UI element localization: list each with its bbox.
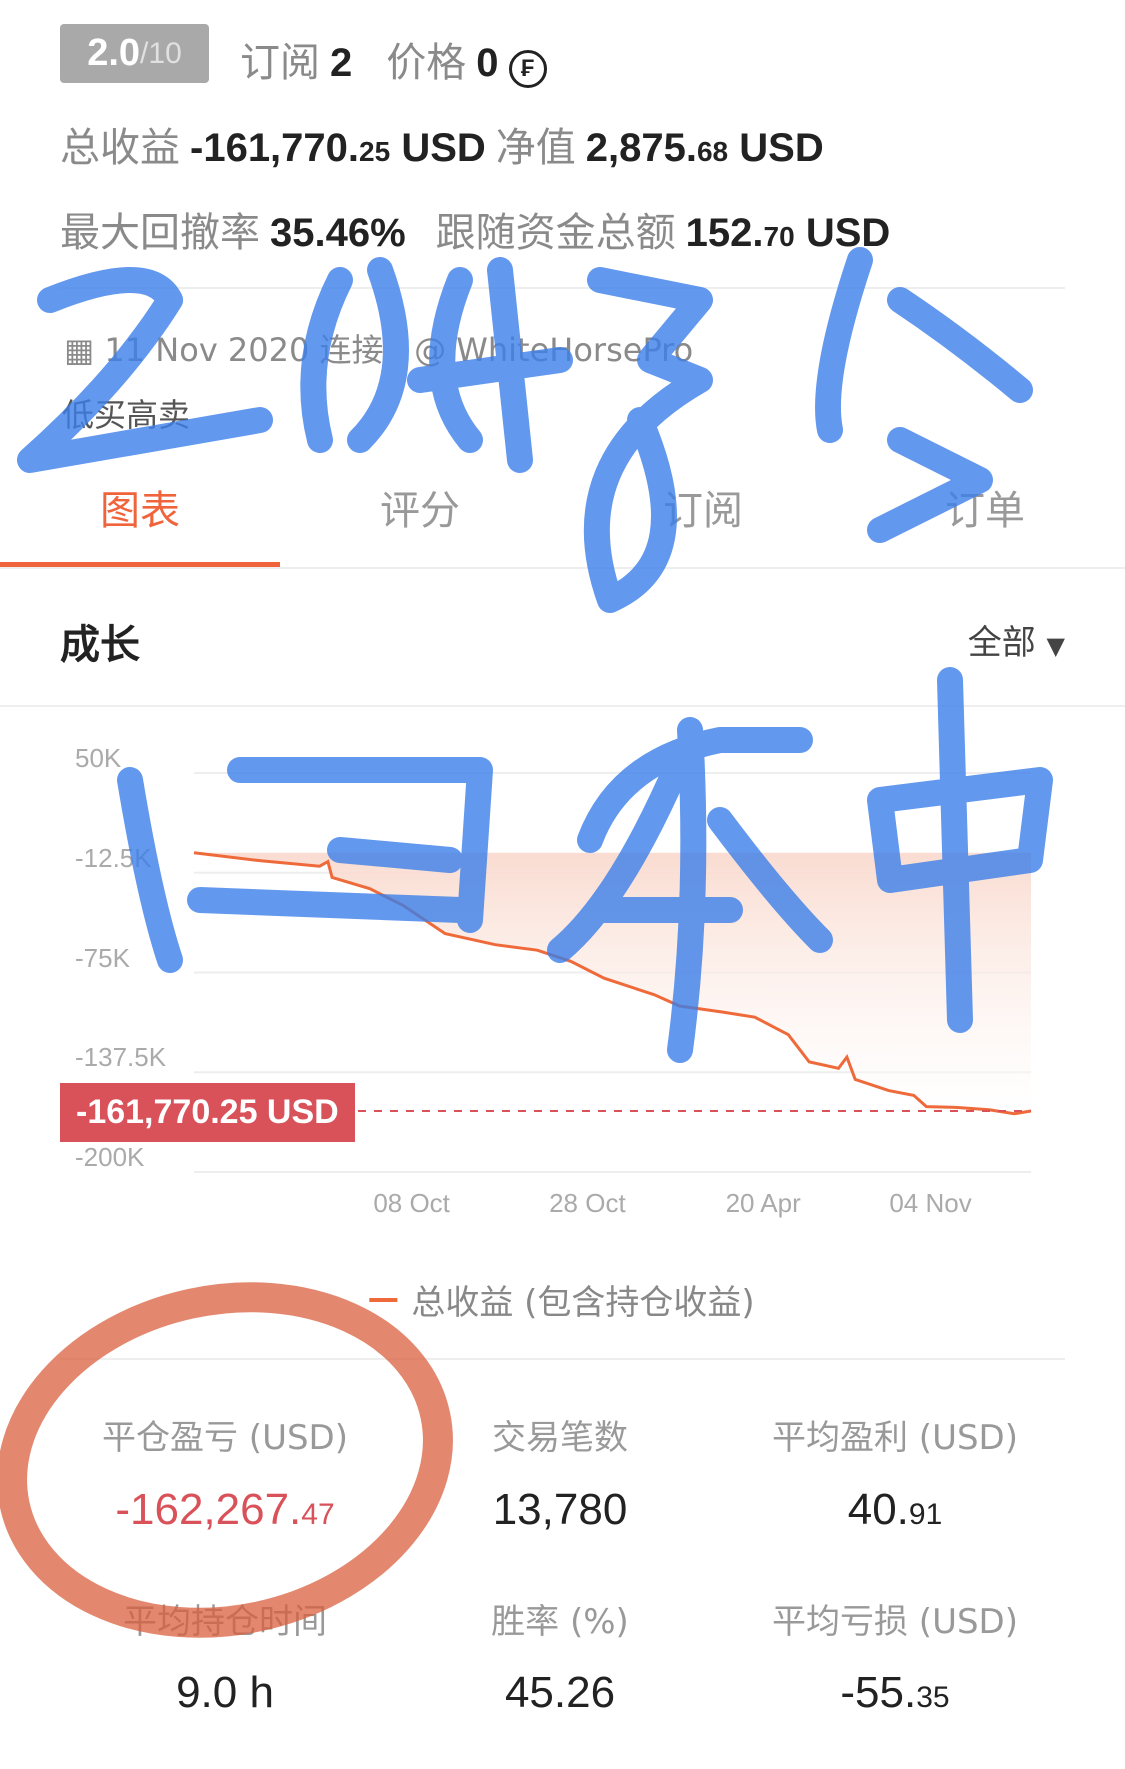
stat-label: 平均盈利 (USD) — [772, 1418, 1018, 1458]
x-tick-label: 20 Apr — [725, 1188, 801, 1218]
stat-value: 40.91 — [847, 1485, 943, 1534]
y-tick-label: 50K — [75, 743, 122, 773]
stat-value: 13,780 — [492, 1485, 628, 1534]
x-tick-label: 04 Nov — [889, 1188, 972, 1218]
stat-value: 9.0 h — [176, 1668, 274, 1717]
legend-swatch — [369, 1297, 398, 1302]
chart-area-fill — [194, 852, 1031, 1114]
y-tick-label: -75K — [75, 942, 130, 973]
stat-label: 平均亏损 (USD) — [772, 1602, 1018, 1642]
stat-value: -162,267.47 — [115, 1485, 335, 1534]
y-tick-label: -200K — [75, 1142, 145, 1172]
legend-label: 总收益 (包含持仓收益) — [411, 1283, 755, 1323]
y-tick-label: -137.5K — [75, 1042, 167, 1073]
stat-label: 平均持仓时间 — [123, 1602, 327, 1642]
stat-label: 平仓盈亏 (USD) — [102, 1418, 348, 1458]
divider — [60, 1358, 1065, 1360]
stat-label: 胜率 (%) — [491, 1602, 629, 1642]
x-tick-label: 08 Oct — [373, 1188, 450, 1218]
stat-label: 交易笔数 — [492, 1418, 628, 1458]
x-tick-label: 28 Oct — [549, 1188, 626, 1218]
stat-value: 45.26 — [504, 1668, 616, 1717]
stat-value: -55.35 — [840, 1668, 950, 1717]
y-tick-label: -12.5K — [75, 842, 152, 873]
current-value-label: -161,770.25 USD — [60, 1083, 355, 1142]
chart-legend: 总收益 (包含持仓收益) — [369, 1275, 755, 1324]
